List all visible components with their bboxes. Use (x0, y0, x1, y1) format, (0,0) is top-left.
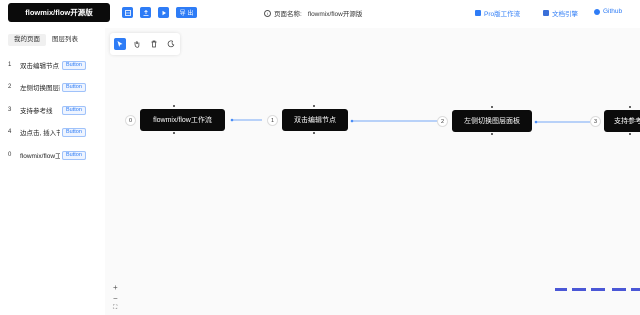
layer-sidebar: 我的页面 图层列表 1 双击编辑节点 Button 2 左侧切换图层面板 But… (0, 28, 105, 315)
grid-icon (124, 9, 131, 16)
layer-item[interactable]: 3 支持参考线 Button (8, 104, 98, 116)
layer-label: 边点击, 插入节点 (20, 130, 60, 137)
layer-index: 3 (8, 107, 12, 113)
grid-button[interactable] (122, 7, 133, 18)
tab-layer-list[interactable]: 图层列表 (46, 34, 84, 46)
edge-handle[interactable] (534, 120, 538, 124)
layer-label: flowmix/flow工作流 (20, 153, 60, 160)
doc-engine-label: 文档引擎 (552, 11, 578, 18)
minimap-node (591, 288, 605, 291)
pro-workflow-label: Pro版工作流 (484, 11, 521, 18)
layer-index: 1 (8, 62, 12, 68)
node-badge: 1 (267, 115, 278, 126)
layer-item[interactable]: 4 边点击, 插入节点 Button (8, 126, 98, 138)
layer-item[interactable]: 1 双击编辑节点 Button (8, 59, 98, 71)
pro-workflow-link[interactable]: Pro版工作流 (475, 8, 520, 18)
minimap-node (612, 288, 626, 291)
zoom-in-button[interactable]: + (113, 283, 118, 292)
layer-button[interactable]: Button (62, 127, 86, 137)
layer-index: 4 (8, 129, 12, 135)
node-handle[interactable] (313, 105, 315, 107)
tab-my-pages[interactable]: 我的页面 (8, 34, 46, 46)
play-icon (162, 10, 166, 15)
layer-button[interactable]: Button (62, 60, 86, 70)
export-button[interactable]: 导 出 (176, 7, 197, 18)
minimap-node (555, 288, 567, 291)
sidebar-tabs: 我的页面 图层列表 (8, 34, 88, 46)
github-link[interactable]: Github (594, 8, 622, 15)
zoom-out-button[interactable]: − (113, 294, 118, 303)
fit-view-button[interactable]: ⛶ (113, 305, 117, 312)
node-handle[interactable] (629, 106, 631, 108)
layer-label: 支持参考线 (20, 108, 53, 115)
info-icon: i (264, 9, 271, 17)
lightning-icon (475, 10, 481, 16)
play-button[interactable] (158, 7, 169, 18)
layer-index: 0 (8, 152, 12, 158)
flow-node[interactable]: flowmix/flow工作流 (140, 109, 225, 131)
edge-handle[interactable] (230, 118, 234, 122)
node-handle[interactable] (173, 132, 175, 134)
doc-engine-link[interactable]: 文档引擎 (543, 8, 578, 18)
flow-node[interactable]: 左侧切换图层面板 (452, 110, 532, 132)
node-badge: 3 (590, 116, 601, 127)
layer-label: 左侧切换图层面板 (20, 85, 60, 92)
layer-label: 双击编辑节点 (20, 63, 59, 70)
upload-icon (143, 9, 148, 16)
layer-item[interactable]: 2 左侧切换图层面板 Button (8, 81, 98, 93)
layer-index: 2 (8, 84, 12, 90)
node-badge: 2 (437, 116, 448, 127)
flow-canvas[interactable]: 0 flowmix/flow工作流 1 双击编辑节点 2 左侧切换图层面板 3 … (105, 28, 640, 315)
upload-button[interactable] (140, 7, 151, 18)
flow-node[interactable]: 双击编辑节点 (282, 109, 348, 131)
layer-item[interactable]: 0 flowmix/flow工作流 Button (8, 149, 98, 161)
node-handle[interactable] (491, 106, 493, 108)
layer-button[interactable]: Button (62, 105, 86, 115)
book-icon (543, 10, 549, 16)
node-handle[interactable] (629, 133, 631, 135)
minimap-node (631, 288, 640, 291)
github-label: Github (603, 8, 623, 15)
layer-button[interactable]: Button (62, 82, 86, 92)
app-logo: flowmix/flow开源版 (8, 3, 110, 22)
node-handle[interactable] (491, 133, 493, 135)
node-badge: 0 (125, 115, 136, 126)
edge-layer (230, 118, 590, 124)
flow-node[interactable]: 支持参考线 (604, 110, 640, 132)
top-header: flowmix/flow开源版 导 出 i 页面名称: flowmix/flow… (0, 0, 640, 28)
github-icon (594, 8, 600, 15)
page-title-value[interactable]: flowmix/flow开源版 (308, 8, 363, 18)
page-title: i 页面名称: flowmix/flow开源版 (264, 8, 362, 18)
page-title-label: 页面名称: (274, 11, 302, 18)
node-handle[interactable] (313, 132, 315, 134)
node-handle[interactable] (173, 105, 175, 107)
edge-handle[interactable] (350, 119, 354, 123)
minimap-node (572, 288, 586, 291)
layer-button[interactable]: Button (62, 150, 86, 160)
